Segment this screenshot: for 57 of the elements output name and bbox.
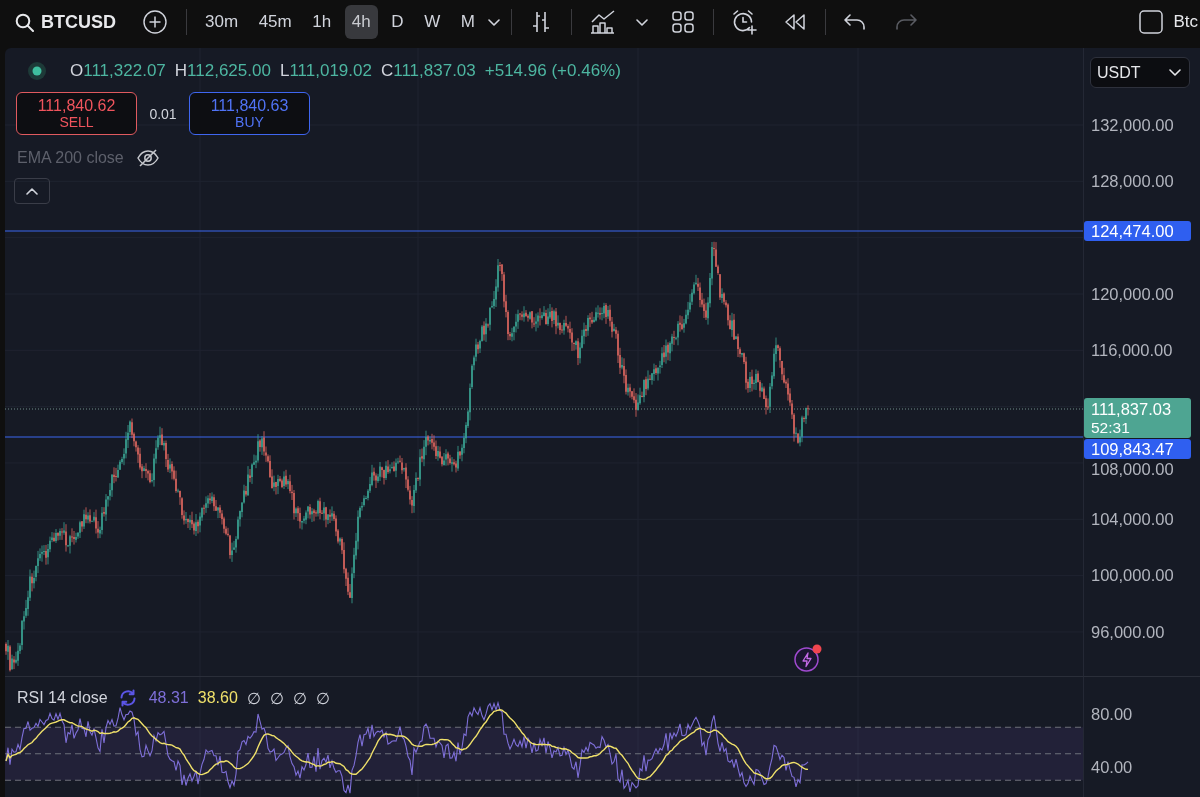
undo-icon[interactable] xyxy=(844,14,866,30)
circular-arrows-icon[interactable] xyxy=(118,689,137,707)
indicator-value: ∅ xyxy=(269,688,284,708)
bar-countdown: 52:31 xyxy=(1091,418,1131,437)
indicator-value: 38.60 xyxy=(197,689,238,707)
interval-tab[interactable]: M xyxy=(453,5,482,39)
indicator-label: EMA 200 close xyxy=(17,149,124,167)
price-tick-label: 96,000.00 xyxy=(1091,622,1165,642)
sell-button[interactable]: 111,840.62 SELL xyxy=(16,92,137,135)
buy-button[interactable]: 111,840.63 BUY xyxy=(189,92,310,135)
chevron-down-icon[interactable] xyxy=(636,18,648,26)
ohlc-value: H112,625.00 xyxy=(174,61,271,81)
price-tick-label: 100,000.00 xyxy=(1091,565,1174,585)
interval-tab[interactable]: 1h xyxy=(305,5,339,39)
interval-tab[interactable]: D xyxy=(384,5,411,39)
grid-icon[interactable] xyxy=(672,11,694,33)
price-change: +514.96 (+0.46%) xyxy=(484,61,621,81)
price-tick-label: 128,000.00 xyxy=(1091,171,1174,191)
currency-dropdown[interactable]: USDT xyxy=(1090,57,1190,88)
price-tick-label: 132,000.00 xyxy=(1091,115,1174,135)
indicator-value: ∅ xyxy=(315,688,330,708)
order-quantity: 0.01 xyxy=(148,105,178,122)
toolbar-label[interactable]: Btc xyxy=(1173,12,1198,32)
interval-tab[interactable]: W xyxy=(417,5,448,39)
add-circle-icon[interactable] xyxy=(143,10,167,34)
search-icon[interactable] xyxy=(15,12,34,32)
price-tick-label: 116,000.00 xyxy=(1091,340,1173,360)
chevron-down-icon[interactable] xyxy=(1169,69,1181,76)
ohlc-value: L111,019.02 xyxy=(279,61,372,81)
ohlc-value: C111,837.03 xyxy=(380,61,476,81)
interval-tab[interactable]: 30m xyxy=(198,5,246,39)
lightning-icon[interactable] xyxy=(794,644,822,672)
symbol-search-button[interactable]: BTCUSD xyxy=(12,5,120,39)
rsi-tick-label: 80.00 xyxy=(1091,704,1133,724)
square-icon[interactable] xyxy=(1139,10,1164,34)
bar-chart-icon[interactable] xyxy=(590,10,616,34)
eye-slash-icon[interactable] xyxy=(135,148,160,168)
price-tick-label: 104,000.00 xyxy=(1091,509,1174,529)
indicator-value: ∅ xyxy=(292,688,307,708)
last-price-value: 111,837.03 xyxy=(1091,399,1173,419)
indicator-value: ∅ xyxy=(246,688,261,708)
rewind-icon[interactable] xyxy=(783,13,807,31)
indicator-label: RSI 14 close xyxy=(17,689,108,707)
interval-tab[interactable]: 4h xyxy=(344,5,378,39)
interval-tab[interactable]: 45m xyxy=(251,5,299,39)
indicator-value: 48.31 xyxy=(148,689,189,707)
alarm-clock-icon[interactable] xyxy=(731,9,757,35)
price-tick-label: 108,000.00 xyxy=(1091,459,1174,479)
chevron-up-icon[interactable] xyxy=(26,187,38,195)
ohlc-value: O111,322.07 xyxy=(70,61,166,81)
rsi-tick-label: 40.00 xyxy=(1091,757,1133,777)
ohlc-bars-icon[interactable] xyxy=(532,10,550,34)
chevron-down-icon[interactable] xyxy=(488,18,500,26)
line-price-label: 109,843.47 xyxy=(1084,439,1191,459)
line-price-label: 124,474.00 xyxy=(1084,221,1191,241)
collapse-button[interactable] xyxy=(14,178,50,204)
price-tick-label: 120,000.00 xyxy=(1091,284,1174,304)
